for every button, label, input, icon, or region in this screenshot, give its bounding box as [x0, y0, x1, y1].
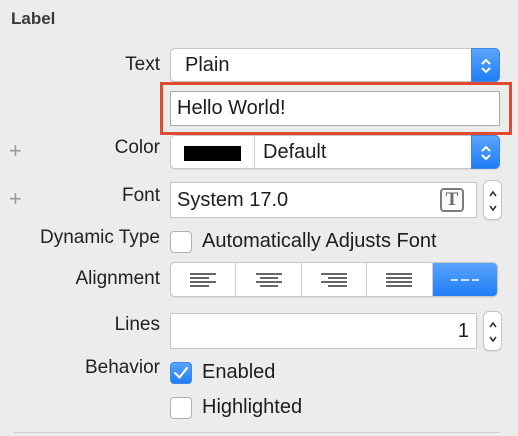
divider [14, 432, 499, 433]
align-center-icon [255, 272, 282, 287]
align-left-icon [190, 272, 217, 287]
divider [254, 136, 255, 168]
color-popup[interactable]: Default [170, 135, 500, 169]
plus-icon[interactable]: + [9, 188, 22, 210]
align-natural-icon [450, 278, 479, 281]
align-justified-button[interactable] [367, 263, 433, 296]
behavior-label: Behavior [85, 357, 160, 378]
align-center-button[interactable] [236, 263, 302, 296]
align-left-button[interactable] [171, 263, 237, 296]
auto-adjust-font-label: Automatically Adjusts Font [202, 230, 437, 252]
lines-stepper[interactable] [483, 311, 502, 351]
highlighted-checkbox[interactable] [170, 397, 192, 419]
highlighted-label: Highlighted [202, 396, 303, 418]
align-right-button[interactable] [302, 263, 368, 296]
text-content-field[interactable]: Hello World! [170, 91, 500, 126]
text-mode-popup[interactable]: Plain [170, 48, 500, 82]
color-swatch [184, 146, 241, 161]
font-row-label: Font [121, 185, 160, 206]
text-row-label: Text [125, 54, 160, 75]
dynamic-type-label: Dynamic Type [39, 227, 160, 248]
section-title: Label [11, 9, 56, 28]
alignment-label: Alignment [75, 268, 161, 289]
plus-icon[interactable]: + [9, 140, 22, 162]
color-value: Default [263, 141, 327, 163]
checkmark-icon [173, 366, 189, 379]
align-natural-button[interactable] [432, 263, 497, 296]
font-field[interactable]: System 17.0 T [170, 182, 477, 218]
font-t-icon[interactable]: T [440, 188, 464, 212]
enabled-checkbox[interactable] [170, 362, 192, 384]
auto-adjust-font-checkbox[interactable] [170, 231, 192, 253]
enabled-label: Enabled [202, 361, 276, 383]
alignment-segmented-control[interactable] [170, 262, 498, 297]
text-mode-value: Plain [185, 54, 230, 76]
align-justified-icon [386, 272, 413, 287]
up-down-chevron-icon [471, 135, 500, 169]
font-size-stepper[interactable] [483, 180, 502, 220]
lines-field[interactable]: 1 [170, 313, 477, 349]
font-value: System 17.0 [177, 189, 289, 211]
lines-value: 1 [457, 320, 469, 342]
color-row-label: Color [114, 137, 160, 158]
align-right-icon [321, 272, 348, 287]
lines-label: Lines [114, 314, 160, 335]
up-down-chevron-icon [471, 48, 500, 82]
text-content-value: Hello World! [177, 97, 286, 119]
